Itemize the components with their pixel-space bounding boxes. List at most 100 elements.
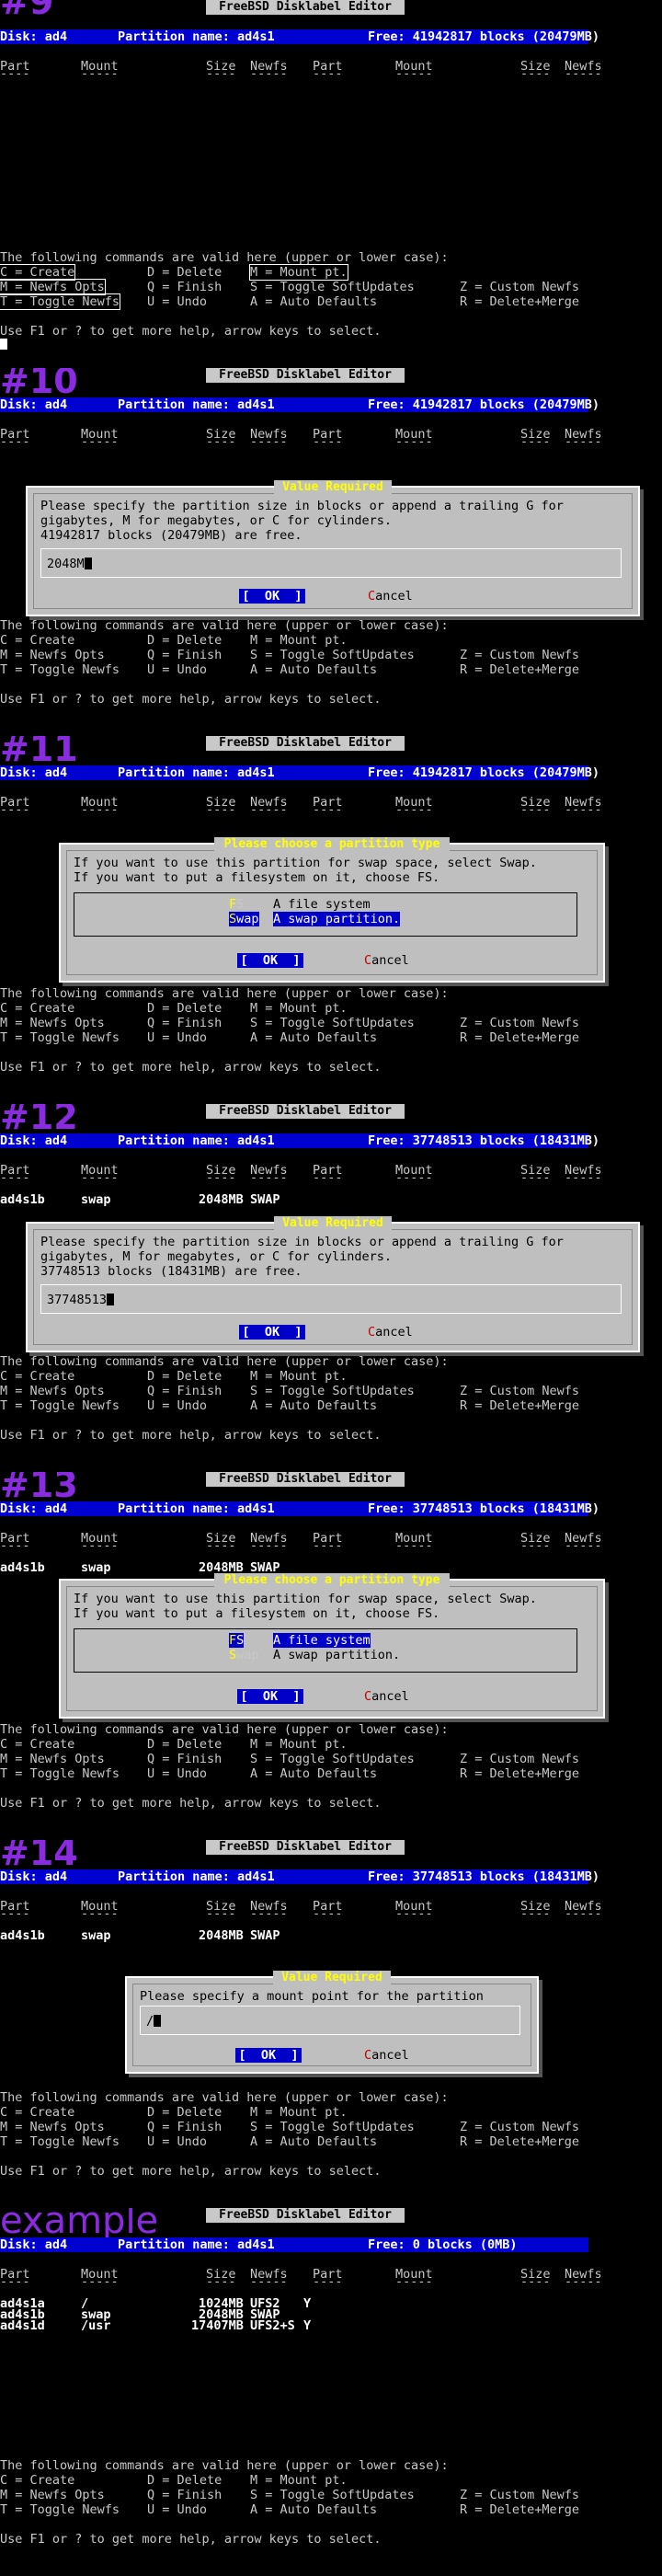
command-row3-3[interactable]: R = Delete+Merge	[460, 1766, 579, 1781]
command-d[interactable]: D = Delete	[147, 265, 222, 280]
command-row2-0[interactable]: M = Newfs Opts	[0, 648, 105, 662]
command-row2-1[interactable]: Q = Finish	[147, 2488, 222, 2502]
command-row2-0[interactable]: M = Newfs Opts	[0, 2488, 105, 2502]
command-d[interactable]: D = Delete	[147, 1737, 222, 1752]
command-row2-1[interactable]: Q = Finish	[147, 1384, 222, 1398]
command-row3-0[interactable]: T = Toggle Newfs	[0, 1030, 120, 1045]
mount-point-input[interactable]: /	[140, 2006, 520, 2035]
command-row3-3[interactable]: R = Delete+Merge	[460, 1398, 579, 1413]
partition-size-input[interactable]: 2048M	[40, 548, 622, 578]
ok-button[interactable]: [ OK ]	[239, 1325, 305, 1340]
command-row2-2[interactable]: S = Toggle SoftUpdates	[250, 2488, 415, 2502]
command-row3-0[interactable]: T = Toggle Newfs	[0, 2134, 120, 2149]
command-row3-2[interactable]: A = Auto Defaults	[250, 2134, 377, 2149]
cancel-button[interactable]: Cancel	[368, 589, 413, 604]
cancel-button[interactable]: Cancel	[364, 1689, 409, 1704]
command-m[interactable]: M = Mount pt.	[250, 1737, 348, 1752]
command-row3-3[interactable]: R = Delete+Merge	[460, 2134, 579, 2149]
command-d[interactable]: D = Delete	[147, 2105, 222, 2120]
cancel-button[interactable]: Cancel	[364, 953, 409, 968]
command-c[interactable]: C = Create	[0, 1737, 74, 1752]
command-row2-2[interactable]: S = Toggle SoftUpdates	[250, 280, 415, 294]
command-row3-2[interactable]: A = Auto Defaults	[250, 2502, 377, 2517]
command-row2-3[interactable]: Z = Custom Newfs	[460, 2488, 579, 2502]
command-c[interactable]: C = Create	[0, 1001, 74, 1016]
command-row2-0[interactable]: M = Newfs Opts	[0, 2120, 105, 2134]
cancel-button[interactable]: Cancel	[368, 1325, 413, 1340]
command-row3-1[interactable]: U = Undo	[147, 2502, 207, 2517]
command-row2-0[interactable]: M = Newfs Opts	[0, 1752, 105, 1766]
command-row2-1[interactable]: Q = Finish	[147, 280, 222, 294]
command-c[interactable]: C = Create	[0, 264, 76, 281]
command-row2-2[interactable]: S = Toggle SoftUpdates	[250, 648, 415, 662]
command-row3-1[interactable]: U = Undo	[147, 1766, 207, 1781]
partition-size-input[interactable]: 37748513	[40, 1284, 622, 1314]
command-row2-0[interactable]: M = Newfs Opts	[0, 279, 106, 295]
command-c[interactable]: C = Create	[0, 2473, 74, 2488]
command-row2-1[interactable]: Q = Finish	[147, 2120, 222, 2134]
command-row2-3[interactable]: Z = Custom Newfs	[460, 1752, 579, 1766]
command-row2-0[interactable]: M = Newfs Opts	[0, 1016, 105, 1030]
command-row2-3[interactable]: Z = Custom Newfs	[460, 1384, 579, 1398]
command-row2-1[interactable]: Q = Finish	[147, 1016, 222, 1030]
command-row3-1[interactable]: U = Undo	[147, 294, 207, 309]
option-label-fs[interactable]: A file system	[273, 1633, 371, 1648]
command-row3-1[interactable]: U = Undo	[147, 1398, 207, 1413]
ok-button[interactable]: [ OK ]	[237, 1689, 303, 1704]
option-label-swap[interactable]: A swap partition.	[273, 912, 401, 926]
command-m[interactable]: M = Mount pt.	[249, 264, 348, 281]
command-row2-1[interactable]: Q = Finish	[147, 648, 222, 662]
command-row2-3[interactable]: Z = Custom Newfs	[460, 1016, 579, 1030]
command-d[interactable]: D = Delete	[147, 2473, 222, 2488]
command-row3-0[interactable]: T = Toggle Newfs	[0, 293, 121, 310]
command-c[interactable]: C = Create	[0, 633, 74, 648]
command-row3-0[interactable]: T = Toggle Newfs	[0, 1766, 120, 1781]
option-key-swap[interactable]: Swap	[229, 912, 259, 926]
ok-button[interactable]: [ OK ]	[239, 589, 305, 604]
command-row2-0[interactable]: M = Newfs Opts	[0, 1384, 105, 1398]
ok-button[interactable]: [ OK ]	[237, 953, 303, 968]
command-row2-2[interactable]: S = Toggle SoftUpdates	[250, 1752, 415, 1766]
command-d[interactable]: D = Delete	[147, 633, 222, 648]
command-row3-1[interactable]: U = Undo	[147, 662, 207, 677]
input-text[interactable]: 2048M	[47, 557, 85, 571]
option-key-fs[interactable]: FS	[229, 1633, 245, 1648]
command-row2-2[interactable]: S = Toggle SoftUpdates	[250, 2120, 415, 2134]
partition-type-list[interactable]: FS A file system Swap A swap partition.	[74, 1628, 577, 1673]
input-text[interactable]: /	[146, 2014, 154, 2029]
command-row3-2[interactable]: A = Auto Defaults	[250, 662, 377, 677]
option-key-swap[interactable]: Swap	[229, 1648, 259, 1662]
command-row3-2[interactable]: A = Auto Defaults	[250, 1398, 377, 1413]
command-row3-2[interactable]: A = Auto Defaults	[250, 1766, 377, 1781]
command-c[interactable]: C = Create	[0, 2105, 74, 2120]
option-label-fs[interactable]: A file system	[273, 897, 371, 912]
command-row3-3[interactable]: R = Delete+Merge	[460, 2502, 579, 2517]
command-row3-3[interactable]: R = Delete+Merge	[460, 294, 579, 309]
command-row2-3[interactable]: Z = Custom Newfs	[460, 280, 579, 294]
option-key-fs[interactable]: FS	[229, 897, 244, 912]
command-row3-0[interactable]: T = Toggle Newfs	[0, 1398, 120, 1413]
command-row3-0[interactable]: T = Toggle Newfs	[0, 2502, 120, 2517]
command-row2-3[interactable]: Z = Custom Newfs	[460, 2120, 579, 2134]
input-text[interactable]: 37748513	[47, 1293, 107, 1307]
command-row2-3[interactable]: Z = Custom Newfs	[460, 648, 579, 662]
command-row3-0[interactable]: T = Toggle Newfs	[0, 662, 120, 677]
command-m[interactable]: M = Mount pt.	[250, 1001, 348, 1016]
command-m[interactable]: M = Mount pt.	[250, 633, 348, 648]
command-row2-1[interactable]: Q = Finish	[147, 1752, 222, 1766]
cancel-button[interactable]: Cancel	[364, 2048, 409, 2063]
command-row3-1[interactable]: U = Undo	[147, 1030, 207, 1045]
command-m[interactable]: M = Mount pt.	[250, 1369, 348, 1384]
ok-button[interactable]: [ OK ]	[235, 2048, 302, 2063]
command-m[interactable]: M = Mount pt.	[250, 2105, 348, 2120]
command-row2-2[interactable]: S = Toggle SoftUpdates	[250, 1016, 415, 1030]
command-c[interactable]: C = Create	[0, 1369, 74, 1384]
option-label-swap[interactable]: A swap partition.	[273, 1648, 400, 1662]
command-m[interactable]: M = Mount pt.	[250, 2473, 348, 2488]
command-row2-2[interactable]: S = Toggle SoftUpdates	[250, 1384, 415, 1398]
command-row3-1[interactable]: U = Undo	[147, 2134, 207, 2149]
command-d[interactable]: D = Delete	[147, 1001, 222, 1016]
command-row3-2[interactable]: A = Auto Defaults	[250, 1030, 377, 1045]
command-row3-3[interactable]: R = Delete+Merge	[460, 662, 579, 677]
command-row3-3[interactable]: R = Delete+Merge	[460, 1030, 579, 1045]
